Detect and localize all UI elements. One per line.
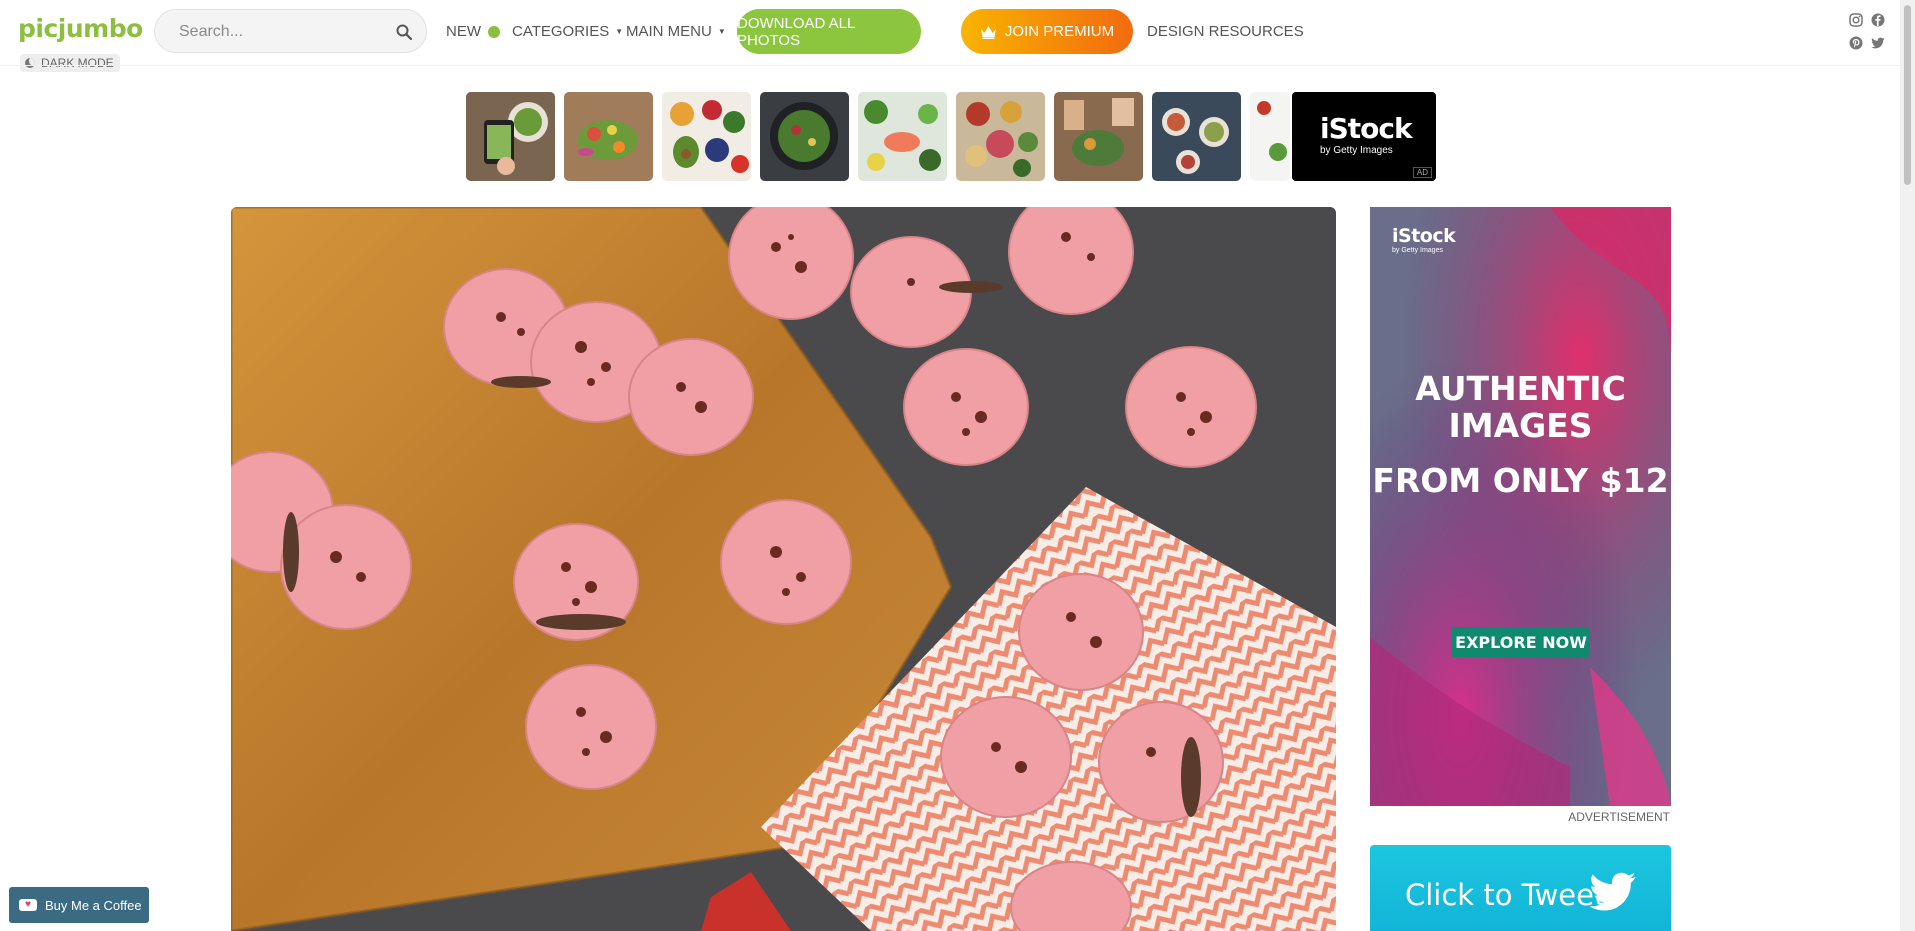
advertisement-label: ADVERTISEMENT: [1568, 810, 1670, 824]
thumbnail-fruit-veg-mix[interactable]: [662, 92, 751, 181]
search-input[interactable]: [177, 21, 381, 43]
new-indicator-dot: [488, 25, 500, 38]
dark-mode-toggle[interactable]: DARK MODE: [20, 54, 120, 72]
moon-icon: [25, 58, 35, 68]
join-premium-label: JOIN PREMIUM: [1004, 23, 1115, 40]
feast-table-image: [1152, 92, 1241, 181]
dark-mode-label: DARK MODE: [41, 56, 114, 70]
ad-mark: AD: [1412, 167, 1432, 178]
page-scrollbar[interactable]: [1900, 0, 1915, 931]
sidebar-ad[interactable]: iStock by Getty Images AUTHENTIC IMAGES …: [1370, 207, 1671, 806]
istock-subtitle: by Getty Images: [1320, 145, 1393, 156]
healthy-bowls-image: [956, 92, 1045, 181]
vegetables-board-image: [564, 92, 653, 181]
crown-icon: [980, 25, 996, 39]
main-photo[interactable]: [231, 207, 1336, 931]
download-all-label: DOWNLOAD ALL PHOTOS: [737, 14, 855, 49]
table-dining-image: [1054, 92, 1143, 181]
click-to-tweet-box[interactable]: Click to Tweet: [1370, 845, 1671, 931]
nav-new-label: NEW: [446, 23, 481, 40]
ad-price-line: FROM ONLY $12: [1372, 461, 1669, 500]
istock-subtitle: by Getty Images: [1392, 247, 1443, 254]
thumbnail-feast-table[interactable]: [1152, 92, 1241, 181]
thumbnail-salmon-vegetables[interactable]: [858, 92, 947, 181]
facebook-icon[interactable]: [1871, 13, 1885, 27]
twitter-bird-icon: [1589, 872, 1636, 911]
site-logo[interactable]: picjumbo: [18, 14, 143, 43]
pinterest-icon[interactable]: [1849, 36, 1863, 50]
istock-thumbnail-ad[interactable]: iStock by Getty Images AD: [1292, 92, 1436, 181]
macarons-photo: [231, 207, 1336, 931]
buy-me-a-coffee-label: Buy Me a Coffee: [45, 897, 142, 913]
explore-now-button[interactable]: EXPLORE NOW: [1452, 627, 1590, 657]
thumbnail-vegetables-board[interactable]: [564, 92, 653, 181]
click-to-tweet-label: Click to Tweet: [1405, 878, 1606, 912]
nav-design-resources-label: DESIGN RESOURCES: [1147, 23, 1304, 40]
thumbnail-salad-bowl[interactable]: [760, 92, 849, 181]
search-icon[interactable]: [396, 24, 412, 40]
nav-design-resources[interactable]: DESIGN RESOURCES: [1147, 23, 1304, 40]
nav-main-menu-label: MAIN MENU: [626, 23, 712, 40]
scrollbar-thumb[interactable]: [1904, 5, 1911, 185]
thumbnail-salad-phone[interactable]: [466, 92, 555, 181]
join-premium-button[interactable]: JOIN PREMIUM: [961, 9, 1133, 54]
istock-logo: iStock: [1320, 112, 1413, 145]
ad-headline: AUTHENTIC IMAGES: [1415, 369, 1626, 445]
coffee-cup-icon: ♥: [19, 899, 37, 911]
salmon-vegetables-image: [858, 92, 947, 181]
caret-down-icon: ▼: [615, 27, 624, 36]
ink-background: [1370, 207, 1671, 806]
nav-categories[interactable]: CATEGORIES ▼: [512, 23, 623, 40]
nav-categories-label: CATEGORIES: [512, 23, 610, 40]
search-bar: [154, 9, 427, 53]
thumbnail-partial[interactable]: [1250, 92, 1290, 181]
thumbnail-healthy-bowls[interactable]: [956, 92, 1045, 181]
instagram-icon[interactable]: [1849, 13, 1863, 27]
istock-logo: iStock: [1392, 225, 1456, 247]
partial-food-image: [1250, 92, 1290, 181]
nav-new[interactable]: NEW: [446, 23, 500, 40]
salad-bowl-image: [760, 92, 849, 181]
fruit-veg-mix-image: [662, 92, 751, 181]
thumbnail-table-dining[interactable]: [1054, 92, 1143, 181]
download-all-button[interactable]: DOWNLOAD ALL PHOTOS: [737, 9, 921, 54]
salad-phone-image: [466, 92, 555, 181]
header-divider: [0, 65, 1900, 66]
buy-me-a-coffee-button[interactable]: ♥ Buy Me a Coffee: [9, 887, 149, 923]
caret-down-icon: ▼: [717, 27, 726, 36]
nav-main-menu[interactable]: MAIN MENU ▼: [626, 23, 726, 40]
twitter-icon[interactable]: [1871, 36, 1885, 50]
